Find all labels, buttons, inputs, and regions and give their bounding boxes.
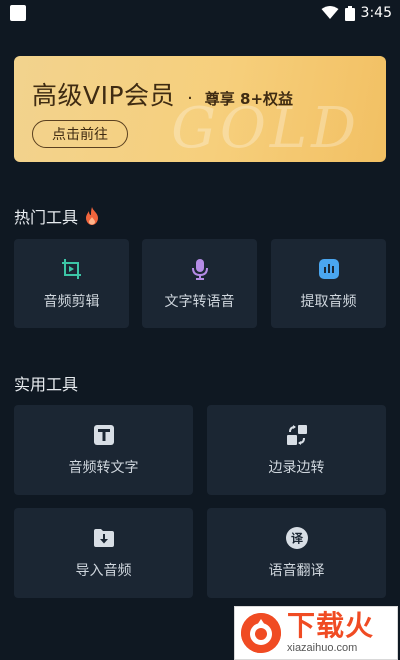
- status-bar: 3:45: [0, 0, 400, 26]
- logo-main-text: 下载火: [287, 609, 375, 642]
- svg-text:译: 译: [290, 532, 303, 546]
- util-tools-title: 实用工具: [14, 375, 79, 394]
- logo-domain-text: xiazaihuo.com: [287, 642, 358, 654]
- vip-separator: ·: [187, 88, 193, 109]
- record-convert-icon: [285, 423, 309, 447]
- site-watermark-logo: 下载火 xiazaihuo.com: [234, 606, 398, 660]
- vip-title: 高级VIP会员: [32, 81, 176, 110]
- tool-label: 音频转文字: [68, 460, 139, 476]
- vip-banner[interactable]: GOLD 高级VIP会员 · 尊享 8+权益 点击前往: [14, 56, 386, 162]
- tool-extract-audio[interactable]: 提取音频: [271, 239, 386, 328]
- tool-record-convert[interactable]: 边录边转: [207, 405, 386, 495]
- fire-icon: [86, 207, 99, 225]
- tool-audio-edit[interactable]: 音频剪辑: [14, 239, 129, 328]
- video-crop-icon: [60, 257, 84, 281]
- tool-label: 语音翻译: [268, 563, 325, 579]
- tool-label: 导入音频: [75, 563, 132, 579]
- vip-benefits: 尊享 8+权益: [204, 90, 294, 108]
- notification-icon: [10, 5, 26, 21]
- tool-label: 提取音频: [300, 293, 357, 310]
- tool-label: 边录边转: [268, 460, 325, 476]
- status-time: 3:45: [360, 5, 392, 21]
- tool-text-to-speech[interactable]: 文字转语音: [142, 239, 257, 328]
- tool-label: 音频剪辑: [43, 293, 100, 310]
- tool-label: 文字转语音: [164, 293, 235, 310]
- hot-tools-title: 热门工具: [14, 208, 79, 227]
- battery-icon: [344, 5, 355, 21]
- hot-tools-heading: 热门工具: [14, 204, 100, 228]
- wifi-icon: [321, 6, 339, 19]
- status-indicators: 3:45: [321, 5, 392, 21]
- vip-go-button[interactable]: 点击前往: [32, 120, 128, 148]
- folder-import-icon: [92, 526, 116, 550]
- microphone-icon: [188, 257, 212, 281]
- audio-extract-icon: [317, 257, 341, 281]
- text-t-icon: [92, 423, 116, 447]
- tool-voice-translate[interactable]: 译 语音翻译: [207, 508, 386, 598]
- translate-icon: 译: [285, 526, 309, 550]
- tool-audio-to-text[interactable]: 音频转文字: [14, 405, 193, 495]
- logo-text: 下载火 xiazaihuo.com: [287, 612, 374, 654]
- tool-import-audio[interactable]: 导入音频: [14, 508, 193, 598]
- util-tools-heading: 实用工具: [14, 371, 78, 395]
- fire-logo-icon: [241, 613, 281, 653]
- vip-title-row: 高级VIP会员 · 尊享 8+权益: [32, 76, 293, 112]
